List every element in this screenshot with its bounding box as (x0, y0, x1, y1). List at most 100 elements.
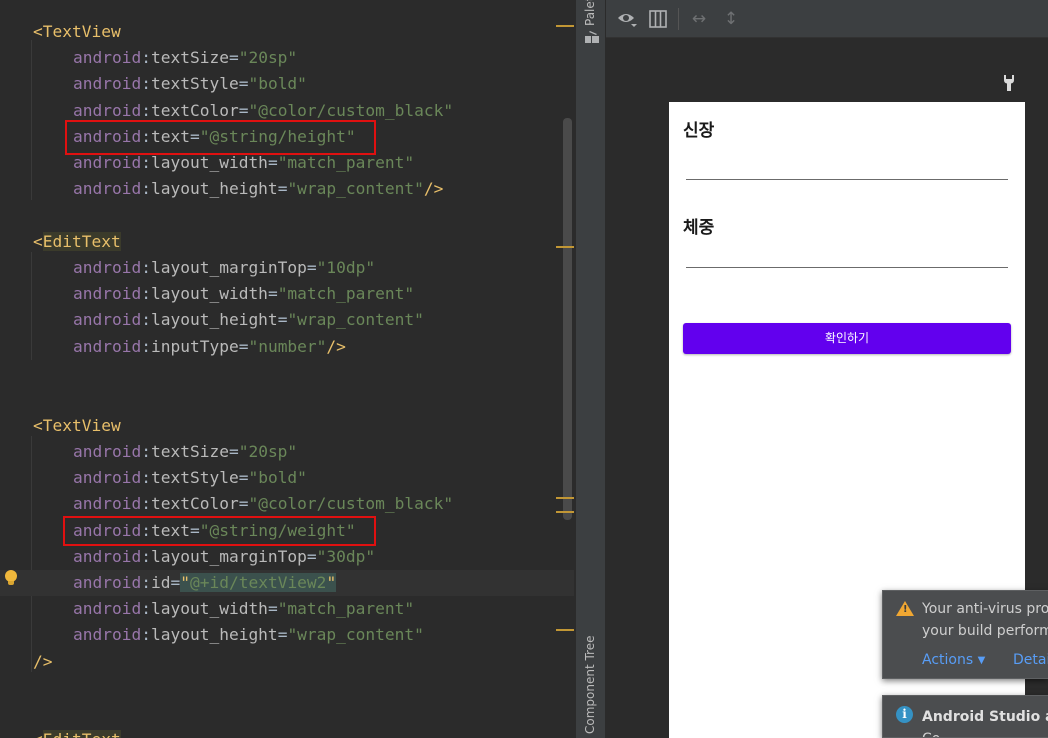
code-line[interactable]: android:layout_width="match_parent" (0, 596, 574, 622)
code-token: TextView (42, 416, 121, 435)
code-token: = (228, 442, 239, 461)
weight-label[interactable]: 체중 (683, 213, 714, 238)
code-token: android (73, 625, 142, 644)
code-token: textSize (150, 442, 229, 461)
code-token: EditText (42, 232, 121, 251)
code-token: "@color/custom_black" (248, 494, 454, 513)
code-line[interactable]: <TextView (0, 19, 574, 45)
code-token: = (306, 547, 317, 566)
code-token: /> (326, 337, 346, 356)
code-token: textSize (150, 48, 229, 67)
blueprint-icon[interactable] (648, 9, 668, 29)
code-line[interactable] (0, 360, 574, 386)
warning-marker[interactable] (556, 629, 574, 631)
code-token: layout_width (150, 284, 268, 303)
code-line[interactable]: android:layout_width="match_parent" (0, 281, 574, 307)
notification-line: Co (922, 728, 940, 737)
details-link[interactable]: Detai (1013, 652, 1048, 668)
code-line[interactable]: <EditText (0, 229, 574, 255)
code-token: layout_height (150, 310, 278, 329)
code-token: : (141, 625, 151, 644)
code-token: @+id/textView2 (189, 573, 327, 592)
actions-link[interactable]: Actions ▼ (922, 652, 985, 668)
code-token: : (141, 74, 151, 93)
code-token: = (277, 179, 288, 198)
code-token: < (33, 416, 43, 435)
code-token: android (73, 547, 142, 566)
code-line[interactable]: <EditText (0, 727, 574, 738)
code-line[interactable]: android:textStyle="bold" (0, 71, 574, 97)
code-token: textColor (150, 101, 239, 120)
editor-scrollbar[interactable] (563, 118, 572, 520)
code-token: android (73, 258, 142, 277)
code-line[interactable] (0, 675, 574, 701)
eye-icon[interactable] (616, 9, 638, 29)
horizontal-resize-icon[interactable]: ↔ (688, 9, 710, 29)
code-token: = (238, 101, 249, 120)
android-studio-notification[interactable]: i Android Studio an Co (882, 695, 1048, 738)
code-token: : (141, 284, 151, 303)
code-line[interactable]: <TextView (0, 413, 574, 439)
highlight-box-height (65, 120, 376, 155)
code-token: "wrap_content" (287, 179, 424, 198)
code-line[interactable]: android:layout_height="wrap_content" (0, 307, 574, 333)
wrench-icon[interactable] (1002, 74, 1016, 92)
code-token: inputType (150, 337, 239, 356)
side-tool-strip: Palette Component Tree (575, 0, 606, 738)
height-label[interactable]: 신장 (683, 116, 714, 141)
code-line[interactable]: android:textStyle="bold" (0, 465, 574, 491)
code-token: < (33, 22, 43, 41)
palette-tab[interactable]: Palette (583, 0, 601, 26)
code-line[interactable]: android:inputType="number"/> (0, 334, 574, 360)
code-line[interactable]: android:layout_height="wrap_content" (0, 622, 574, 648)
code-editor[interactable]: <TextView android:textSize="20sp" android:… (0, 0, 574, 738)
code-token: : (141, 468, 151, 487)
code-token: : (141, 153, 151, 172)
code-token: "match_parent" (277, 599, 415, 618)
code-line[interactable] (0, 386, 574, 412)
code-token: id (150, 573, 171, 592)
code-token: = (267, 284, 278, 303)
code-line[interactable]: android:layout_marginTop="10dp" (0, 255, 574, 281)
warning-marker[interactable] (556, 246, 574, 248)
height-edittext[interactable] (686, 179, 1008, 180)
warning-marker[interactable] (556, 511, 574, 513)
weight-edittext[interactable] (686, 267, 1008, 268)
code-line[interactable] (0, 202, 574, 228)
highlight-box-weight (63, 516, 376, 546)
warning-marker[interactable] (556, 497, 574, 499)
component-tree-tab[interactable]: Component Tree (583, 628, 601, 734)
code-line[interactable]: android:id="@+id/textView2" (0, 570, 574, 596)
lightbulb-icon[interactable] (5, 570, 17, 586)
code-token: "30dp" (316, 547, 376, 566)
code-token: = (238, 494, 249, 513)
code-token: textStyle (150, 468, 239, 487)
code-token: = (238, 74, 249, 93)
antivirus-notification[interactable]: ! Your anti-virus pro your build perform… (882, 590, 1048, 679)
code-line[interactable]: android:textSize="20sp" (0, 439, 574, 465)
code-line[interactable]: android:layout_height="wrap_content"/> (0, 176, 574, 202)
code-token: layout_marginTop (150, 258, 307, 277)
code-token: : (141, 101, 151, 120)
code-token: textColor (150, 494, 239, 513)
palette-icon[interactable] (585, 31, 599, 43)
code-token: "20sp" (238, 442, 298, 461)
code-token: " (326, 573, 337, 592)
code-line[interactable]: android:textColor="@color/custom_black" (0, 491, 574, 517)
confirm-button[interactable]: 확인하기 (683, 323, 1011, 354)
code-token: : (141, 179, 151, 198)
code-line[interactable]: android:layout_marginTop="30dp" (0, 544, 574, 570)
vertical-resize-icon[interactable]: ↕ (722, 9, 740, 29)
code-line[interactable]: android:textSize="20sp" (0, 45, 574, 71)
code-token: layout_height (150, 625, 278, 644)
code-token: = (277, 310, 288, 329)
code-token: "wrap_content" (287, 310, 424, 329)
code-line[interactable] (0, 701, 574, 727)
code-line[interactable]: /> (0, 649, 574, 675)
actions-link-label[interactable]: Actions (922, 652, 973, 668)
chevron-down-icon[interactable]: ▼ (978, 655, 986, 666)
code-token: = (228, 48, 239, 67)
code-token: "match_parent" (277, 284, 415, 303)
code-token: : (141, 599, 151, 618)
warning-marker[interactable] (556, 25, 574, 27)
